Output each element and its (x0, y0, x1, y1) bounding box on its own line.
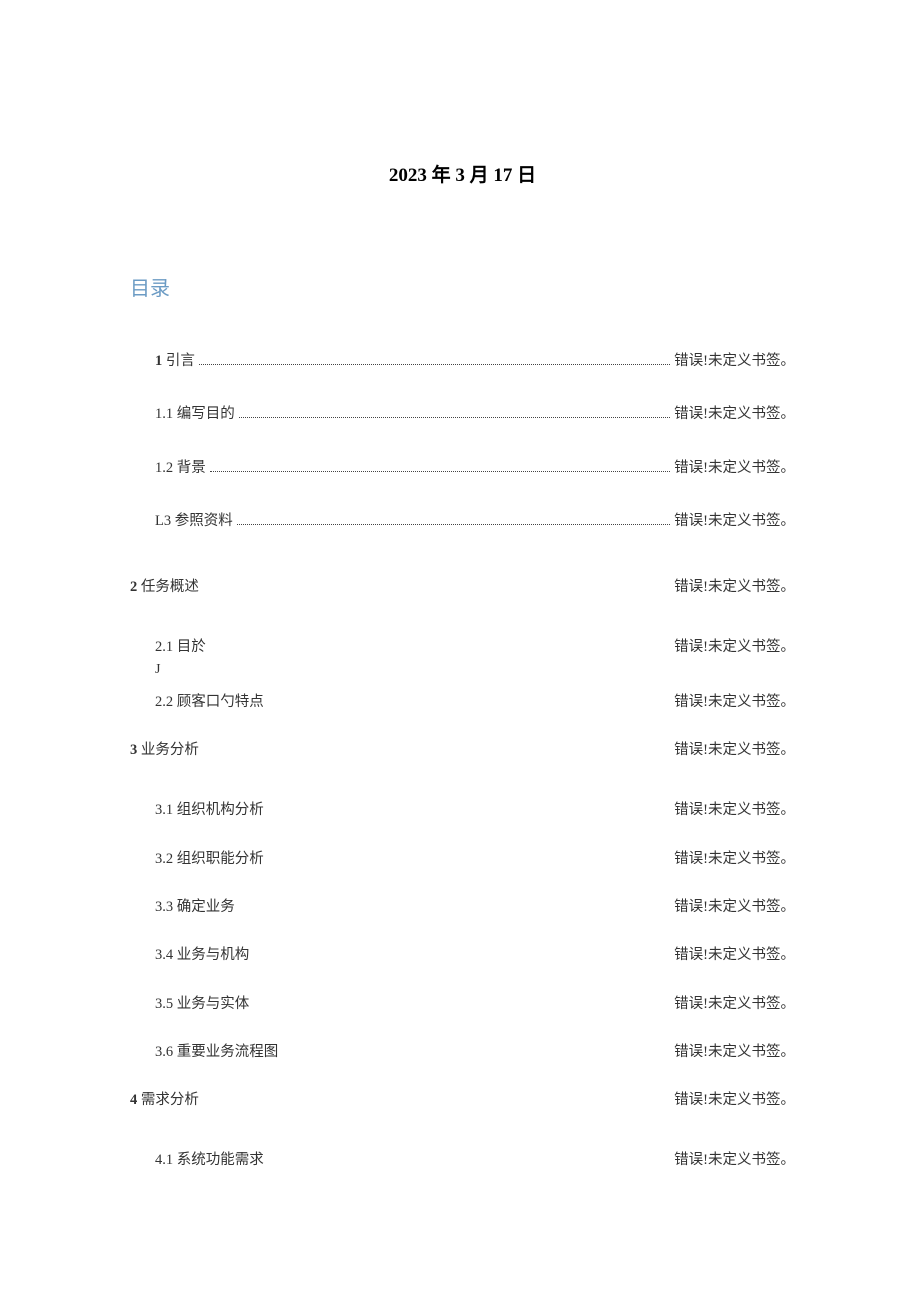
toc-stray-char: J (130, 662, 795, 678)
toc-error: 错误!未定义书签。 (674, 577, 795, 597)
toc-num: 4 (130, 1092, 137, 1108)
toc-entry: 2.1 目於 错误!未定义书签。 (130, 637, 795, 657)
toc-num: 2 (130, 579, 137, 595)
toc-entry: 2 任务概述 错误!未定义书签。 (130, 577, 795, 597)
toc-error: 错误!未定义书签。 (674, 945, 795, 965)
toc-dots (199, 364, 670, 365)
toc-heading: 目录 (130, 272, 795, 301)
toc-error: 错误!未定义书签。 (674, 740, 795, 760)
toc-error: 错误!未定义书签。 (674, 351, 795, 371)
toc-list: 1 引言 错误!未定义书签。 1.1 编写目的 错误!未定义书签。 1.2 背景… (130, 351, 795, 1171)
toc-num: 2.2 (155, 694, 173, 710)
toc-dots (239, 417, 670, 418)
toc-num: 3.1 (155, 802, 173, 818)
toc-entry: L3 参照资料 错误!未定义书签。 (130, 511, 795, 531)
toc-entry: 1 引言 错误!未定义书签。 (130, 351, 795, 371)
toc-entry: 3.3 确定业务 错误!未定义书签。 (130, 897, 795, 917)
toc-error: 错误!未定义书签。 (674, 994, 795, 1014)
toc-num: 1 (155, 353, 162, 369)
toc-label: 目於 (177, 639, 206, 655)
toc-label: 编写目的 (177, 406, 235, 422)
toc-entry: 4.1 系统功能需求 错误!未定义书签。 (130, 1150, 795, 1170)
toc-entry: 2.2 顾客口勺特点 错误!未定义书签。 (130, 692, 795, 712)
toc-entry: 3.2 组织职能分析 错误!未定义书签。 (130, 849, 795, 869)
toc-error: 错误!未定义书签。 (674, 458, 795, 478)
toc-error: 错误!未定义书签。 (674, 513, 795, 529)
toc-label: 需求分析 (141, 1092, 199, 1108)
toc-error: 错误!未定义书签。 (674, 692, 795, 712)
page-date-title: 2023 年 3 月 17 日 (130, 160, 795, 187)
toc-error: 错误!未定义书签。 (674, 1150, 795, 1170)
toc-entry: 3.6 重要业务流程图 错误!未定义书签。 (130, 1042, 795, 1062)
toc-label: 业务分析 (141, 742, 199, 758)
toc-entry: 4 需求分析 错误!未定义书签。 (130, 1090, 795, 1110)
toc-error: 错误!未定义书签。 (674, 1090, 795, 1110)
toc-label: 确定业务 (177, 899, 235, 915)
toc-entry: 3.5 业务与实体 错误!未定义书签。 (130, 994, 795, 1014)
toc-label: 引言 (166, 353, 195, 369)
toc-label: 组织职能分析 (177, 851, 264, 867)
toc-error: 错误!未定义书签。 (674, 1042, 795, 1062)
toc-num: 3 (130, 742, 137, 758)
toc-num: L3 (155, 513, 171, 529)
toc-label: 系统功能需求 (177, 1152, 264, 1168)
toc-label: 参照资料 (175, 513, 233, 529)
toc-entry: 3.4 业务与机构 错误!未定义书签。 (130, 945, 795, 965)
toc-num: 2.1 (155, 639, 173, 655)
toc-error: 错误!未定义书签。 (674, 800, 795, 820)
toc-num: 4.1 (155, 1152, 173, 1168)
toc-num: 3.2 (155, 851, 173, 867)
toc-num: 3.5 (155, 996, 173, 1012)
toc-label: 顾客口勺特点 (177, 694, 264, 710)
toc-error: 错误!未定义书签。 (674, 404, 795, 424)
toc-entry: 3.1 组织机构分析 错误!未定义书签。 (130, 800, 795, 820)
toc-num: 1.1 (155, 406, 173, 422)
toc-entry: 3 业务分析 错误!未定义书签。 (130, 740, 795, 760)
toc-label: 业务与机构 (177, 947, 250, 963)
toc-label: 组织机构分析 (177, 802, 264, 818)
toc-dots (210, 471, 670, 472)
toc-entry: 1.2 背景 错误!未定义书签。 (130, 458, 795, 478)
toc-error: 错误!未定义书签。 (674, 897, 795, 917)
toc-label: 任务概述 (141, 579, 199, 595)
toc-label: 业务与实体 (177, 996, 250, 1012)
toc-error: 错误!未定义书签。 (674, 637, 795, 657)
toc-label: 重要业务流程图 (177, 1044, 279, 1060)
toc-num: 3.3 (155, 899, 173, 915)
toc-label: 背景 (177, 460, 206, 476)
toc-error: 错误!未定义书签。 (674, 849, 795, 869)
toc-num: 1.2 (155, 460, 173, 476)
toc-num: 3.6 (155, 1044, 173, 1060)
toc-entry: 1.1 编写目的 错误!未定义书签。 (130, 404, 795, 424)
toc-num: 3.4 (155, 947, 173, 963)
toc-dots (237, 524, 670, 525)
